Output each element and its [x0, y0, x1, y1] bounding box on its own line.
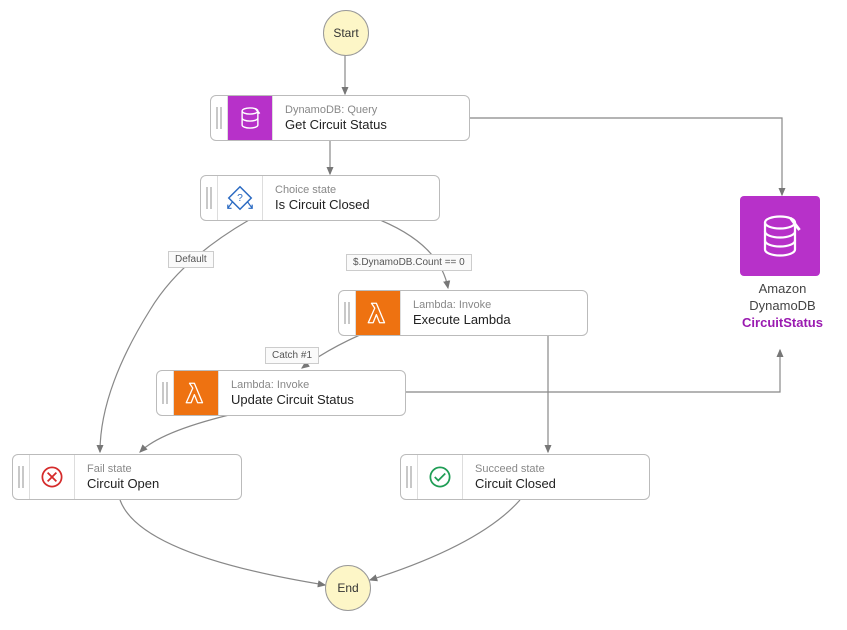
- drag-handle[interactable]: [157, 371, 174, 415]
- lambda-icon: [174, 371, 219, 415]
- dynamodb-icon: [228, 96, 273, 140]
- edge-label-catch: Catch #1: [265, 347, 319, 364]
- edge-update-to-dynamodb: [404, 350, 780, 392]
- node-title: Is Circuit Closed: [275, 197, 370, 213]
- choice-icon: ?: [218, 176, 263, 220]
- node-subtitle: Succeed state: [475, 463, 556, 476]
- edge-label-default: Default: [168, 251, 214, 268]
- start-node[interactable]: Start: [323, 10, 369, 56]
- node-subtitle: Choice state: [275, 184, 370, 197]
- node-update-circuit-status[interactable]: Lambda: InvokeUpdate Circuit Status: [156, 370, 406, 416]
- node-title: Update Circuit Status: [231, 392, 354, 408]
- node-execute-lambda[interactable]: Lambda: InvokeExecute Lambda: [338, 290, 588, 336]
- node-circuit-closed[interactable]: Succeed stateCircuit Closed: [400, 454, 650, 500]
- node-subtitle: Lambda: Invoke: [413, 299, 511, 312]
- node-get-circuit-status[interactable]: DynamoDB: QueryGet Circuit Status: [210, 95, 470, 141]
- node-title: Execute Lambda: [413, 312, 511, 328]
- edge-label-condition: $.DynamoDB.Count == 0: [346, 254, 472, 271]
- drag-handle[interactable]: [401, 455, 418, 499]
- lambda-icon: [356, 291, 401, 335]
- drag-handle[interactable]: [201, 176, 218, 220]
- drag-handle[interactable]: [339, 291, 356, 335]
- node-subtitle: Fail state: [87, 463, 159, 476]
- succeed-icon: [418, 455, 463, 499]
- svg-text:?: ?: [237, 193, 243, 204]
- node-subtitle: Lambda: Invoke: [231, 379, 354, 392]
- end-node[interactable]: End: [325, 565, 371, 611]
- fail-icon: [30, 455, 75, 499]
- node-is-circuit-closed[interactable]: ? Choice stateIs Circuit Closed: [200, 175, 440, 221]
- node-title: Circuit Open: [87, 476, 159, 492]
- drag-handle[interactable]: [13, 455, 30, 499]
- drag-handle[interactable]: [211, 96, 228, 140]
- external-dynamodb-icon: [740, 196, 820, 276]
- node-title: Get Circuit Status: [285, 117, 387, 133]
- node-subtitle: DynamoDB: Query: [285, 104, 387, 117]
- node-circuit-open[interactable]: Fail stateCircuit Open: [12, 454, 242, 500]
- node-title: Circuit Closed: [475, 476, 556, 492]
- external-dynamodb-label: Amazon DynamoDB CircuitStatus: [735, 281, 830, 332]
- edge-to-dynamodb: [470, 118, 782, 195]
